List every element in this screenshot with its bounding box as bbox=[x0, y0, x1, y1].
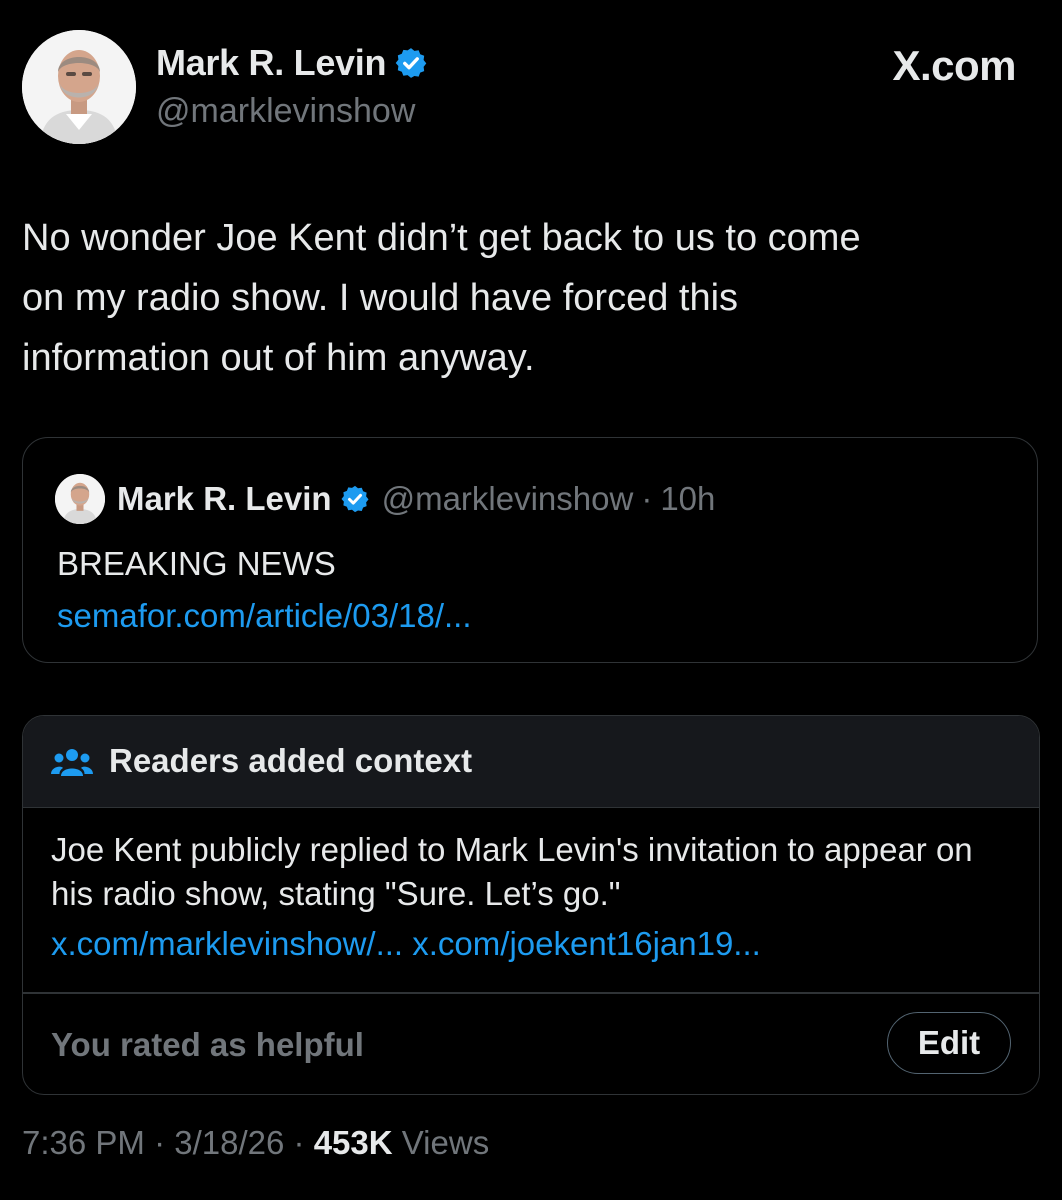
community-note-title: Readers added context bbox=[109, 742, 473, 779]
quoted-tweet-body: BREAKING NEWS semafor.com/article/03/18/… bbox=[57, 538, 472, 642]
views-count[interactable]: 453K bbox=[314, 1124, 393, 1161]
people-icon bbox=[51, 746, 93, 778]
author-handle[interactable]: @marklevinshow bbox=[156, 92, 415, 131]
rating-status: You rated as helpful bbox=[51, 1026, 364, 1063]
meta-separator: · bbox=[154, 1124, 166, 1161]
quoted-author-avatar[interactable] bbox=[55, 474, 105, 524]
author-name-row: Mark R. Levin bbox=[156, 42, 428, 84]
post-date[interactable]: 3/18/26 bbox=[174, 1124, 284, 1161]
meta-separator: · bbox=[293, 1124, 305, 1161]
views-label[interactable]: Views bbox=[402, 1124, 489, 1161]
community-note-divider bbox=[23, 992, 1039, 994]
quoted-tweet-card[interactable]: Mark R. Levin @marklevinshow · 10h BREAK… bbox=[22, 437, 1038, 663]
tweet-header: Mark R. Levin @marklevinshow X.com bbox=[22, 30, 1040, 146]
quoted-tweet-link[interactable]: semafor.com/article/03/18/... bbox=[57, 590, 472, 642]
community-note-link[interactable]: x.com/joekent16jan19... bbox=[412, 925, 761, 962]
post-time[interactable]: 7:36 PM bbox=[22, 1124, 145, 1161]
quoted-tweet-header: Mark R. Levin @marklevinshow · 10h bbox=[55, 474, 715, 524]
community-note-header: Readers added context bbox=[23, 716, 1039, 808]
community-note-card: Readers added context Joe Kent publicly … bbox=[22, 715, 1040, 1095]
edit-rating-button[interactable]: Edit bbox=[887, 1012, 1011, 1074]
community-note-links: x.com/marklevinshow/... x.com/joekent16j… bbox=[51, 922, 761, 966]
community-note-link[interactable]: x.com/marklevinshow/... bbox=[51, 925, 403, 962]
quoted-avatar-photo-icon bbox=[55, 474, 105, 524]
quoted-tweet-text: BREAKING NEWS bbox=[57, 545, 336, 582]
avatar-photo-icon bbox=[22, 30, 136, 144]
community-note-body: Joe Kent publicly replied to Mark Levin'… bbox=[51, 831, 973, 912]
quoted-separator: · bbox=[641, 480, 653, 517]
quoted-author-handle[interactable]: @marklevinshow bbox=[382, 480, 634, 518]
verified-badge-icon bbox=[394, 46, 428, 80]
brand-label: X.com bbox=[892, 42, 1016, 89]
author-avatar[interactable] bbox=[22, 30, 136, 144]
quoted-verified-badge-icon bbox=[340, 484, 370, 514]
author-name[interactable]: Mark R. Levin bbox=[156, 42, 386, 84]
tweet-text: No wonder Joe Kent didn’t get back to us… bbox=[22, 217, 861, 379]
tweet-meta: 7:36 PM · 3/18/26 · 453K Views bbox=[22, 1124, 489, 1162]
quoted-timestamp[interactable]: 10h bbox=[660, 480, 715, 518]
quoted-author-name[interactable]: Mark R. Levin bbox=[117, 480, 332, 518]
x-brand-logo: X.com bbox=[892, 42, 1016, 90]
